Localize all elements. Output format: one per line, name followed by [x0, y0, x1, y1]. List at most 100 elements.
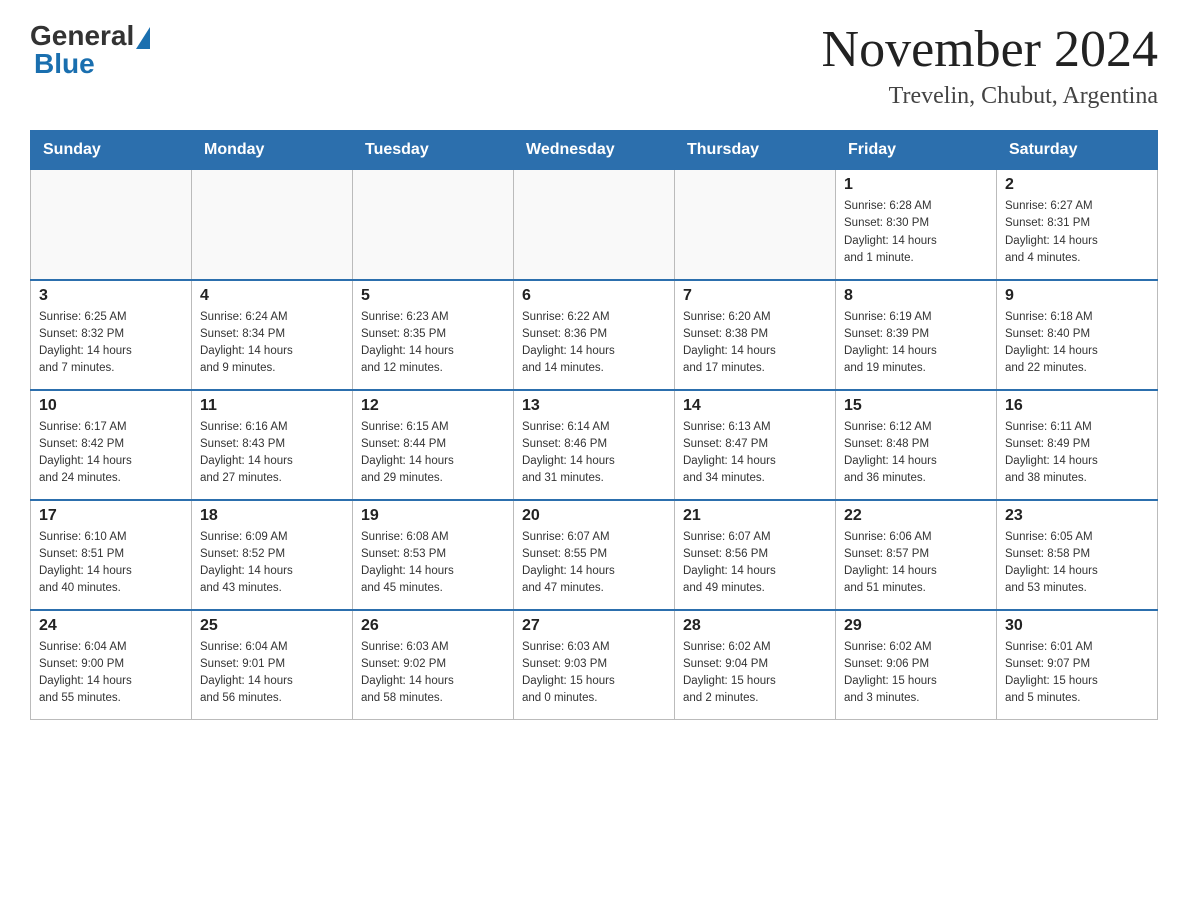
col-header-tuesday: Tuesday	[353, 131, 514, 170]
calendar-cell	[514, 170, 675, 280]
location-label: Trevelin, Chubut, Argentina	[822, 83, 1158, 110]
calendar-cell: 29Sunrise: 6:02 AMSunset: 9:06 PMDayligh…	[836, 610, 997, 720]
logo: General Blue	[30, 20, 150, 80]
col-header-saturday: Saturday	[997, 131, 1158, 170]
day-info: Sunrise: 6:17 AMSunset: 8:42 PMDaylight:…	[39, 419, 183, 488]
day-info: Sunrise: 6:23 AMSunset: 8:35 PMDaylight:…	[361, 309, 505, 378]
calendar-cell	[31, 170, 192, 280]
page-header: General Blue November 2024 Trevelin, Chu…	[30, 20, 1158, 110]
day-number: 24	[39, 617, 183, 635]
day-number: 14	[683, 397, 827, 415]
calendar-cell: 28Sunrise: 6:02 AMSunset: 9:04 PMDayligh…	[675, 610, 836, 720]
day-info: Sunrise: 6:10 AMSunset: 8:51 PMDaylight:…	[39, 529, 183, 598]
logo-triangle-icon	[136, 27, 150, 49]
day-info: Sunrise: 6:03 AMSunset: 9:03 PMDaylight:…	[522, 639, 666, 708]
day-info: Sunrise: 6:13 AMSunset: 8:47 PMDaylight:…	[683, 419, 827, 488]
calendar-cell: 17 Sunrise: 6:10 AMSunset: 8:51 PMDayligh…	[31, 500, 192, 610]
day-info: Sunrise: 6:03 AMSunset: 9:02 PMDaylight:…	[361, 639, 505, 708]
day-info: Sunrise: 6:07 AMSunset: 8:56 PMDaylight:…	[683, 529, 827, 598]
calendar-cell: 13 Sunrise: 6:14 AMSunset: 8:46 PMDayligh…	[514, 390, 675, 500]
day-info: Sunrise: 6:12 AMSunset: 8:48 PMDaylight:…	[844, 419, 988, 488]
day-number: 30	[1005, 617, 1149, 635]
day-number: 15	[844, 397, 988, 415]
title-section: November 2024 Trevelin, Chubut, Argentin…	[822, 20, 1158, 110]
calendar-cell: 20Sunrise: 6:07 AMSunset: 8:55 PMDayligh…	[514, 500, 675, 610]
day-number: 10	[39, 397, 183, 415]
day-number: 5	[361, 287, 505, 305]
calendar-cell: 30 Sunrise: 6:01 AMSunset: 9:07 PMDayligh…	[997, 610, 1158, 720]
calendar-cell: 5 Sunrise: 6:23 AMSunset: 8:35 PMDaylight…	[353, 280, 514, 390]
week-row-2: 10 Sunrise: 6:17 AMSunset: 8:42 PMDayligh…	[31, 390, 1158, 500]
day-info: Sunrise: 6:02 AMSunset: 9:06 PMDaylight:…	[844, 639, 988, 708]
calendar-cell	[675, 170, 836, 280]
day-number: 8	[844, 287, 988, 305]
col-header-sunday: Sunday	[31, 131, 192, 170]
day-info: Sunrise: 6:06 AMSunset: 8:57 PMDaylight:…	[844, 529, 988, 598]
day-info: Sunrise: 6:28 AMSunset: 8:30 PMDaylight:…	[844, 198, 988, 267]
day-info: Sunrise: 6:22 AMSunset: 8:36 PMDaylight:…	[522, 309, 666, 378]
week-row-1: 3 Sunrise: 6:25 AMSunset: 8:32 PMDaylight…	[31, 280, 1158, 390]
day-number: 4	[200, 287, 344, 305]
calendar-cell: 9Sunrise: 6:18 AMSunset: 8:40 PMDaylight…	[997, 280, 1158, 390]
calendar-cell: 11 Sunrise: 6:16 AMSunset: 8:43 PMDayligh…	[192, 390, 353, 500]
day-number: 1	[844, 176, 988, 194]
calendar-cell: 15 Sunrise: 6:12 AMSunset: 8:48 PMDayligh…	[836, 390, 997, 500]
day-info: Sunrise: 6:20 AMSunset: 8:38 PMDaylight:…	[683, 309, 827, 378]
calendar-cell: 16Sunrise: 6:11 AMSunset: 8:49 PMDayligh…	[997, 390, 1158, 500]
day-number: 17	[39, 507, 183, 525]
day-number: 21	[683, 507, 827, 525]
calendar-cell: 4 Sunrise: 6:24 AMSunset: 8:34 PMDaylight…	[192, 280, 353, 390]
day-number: 20	[522, 507, 666, 525]
day-number: 19	[361, 507, 505, 525]
col-header-wednesday: Wednesday	[514, 131, 675, 170]
day-number: 13	[522, 397, 666, 415]
calendar-cell: 1 Sunrise: 6:28 AMSunset: 8:30 PMDaylight…	[836, 170, 997, 280]
logo-blue-text: Blue	[30, 48, 95, 80]
day-number: 18	[200, 507, 344, 525]
calendar-cell: 23 Sunrise: 6:05 AMSunset: 8:58 PMDayligh…	[997, 500, 1158, 610]
day-number: 27	[522, 617, 666, 635]
day-info: Sunrise: 6:16 AMSunset: 8:43 PMDaylight:…	[200, 419, 344, 488]
day-number: 12	[361, 397, 505, 415]
day-number: 3	[39, 287, 183, 305]
day-info: Sunrise: 6:05 AMSunset: 8:58 PMDaylight:…	[1005, 529, 1149, 598]
calendar-cell: 21 Sunrise: 6:07 AMSunset: 8:56 PMDayligh…	[675, 500, 836, 610]
day-info: Sunrise: 6:27 AMSunset: 8:31 PMDaylight:…	[1005, 198, 1149, 267]
day-info: Sunrise: 6:24 AMSunset: 8:34 PMDaylight:…	[200, 309, 344, 378]
calendar-cell: 19 Sunrise: 6:08 AMSunset: 8:53 PMDayligh…	[353, 500, 514, 610]
calendar-cell: 7 Sunrise: 6:20 AMSunset: 8:38 PMDaylight…	[675, 280, 836, 390]
calendar-cell: 12 Sunrise: 6:15 AMSunset: 8:44 PMDayligh…	[353, 390, 514, 500]
week-row-3: 17 Sunrise: 6:10 AMSunset: 8:51 PMDayligh…	[31, 500, 1158, 610]
week-row-0: 1 Sunrise: 6:28 AMSunset: 8:30 PMDaylight…	[31, 170, 1158, 280]
week-row-4: 24Sunrise: 6:04 AMSunset: 9:00 PMDayligh…	[31, 610, 1158, 720]
calendar-cell	[192, 170, 353, 280]
day-number: 2	[1005, 176, 1149, 194]
day-number: 26	[361, 617, 505, 635]
day-number: 16	[1005, 397, 1149, 415]
calendar-cell: 8 Sunrise: 6:19 AMSunset: 8:39 PMDaylight…	[836, 280, 997, 390]
day-number: 25	[200, 617, 344, 635]
calendar-cell	[353, 170, 514, 280]
calendar-table: SundayMondayTuesdayWednesdayThursdayFrid…	[30, 130, 1158, 720]
day-info: Sunrise: 6:08 AMSunset: 8:53 PMDaylight:…	[361, 529, 505, 598]
day-info: Sunrise: 6:15 AMSunset: 8:44 PMDaylight:…	[361, 419, 505, 488]
col-header-thursday: Thursday	[675, 131, 836, 170]
calendar-cell: 25Sunrise: 6:04 AMSunset: 9:01 PMDayligh…	[192, 610, 353, 720]
day-info: Sunrise: 6:02 AMSunset: 9:04 PMDaylight:…	[683, 639, 827, 708]
day-number: 7	[683, 287, 827, 305]
day-info: Sunrise: 6:14 AMSunset: 8:46 PMDaylight:…	[522, 419, 666, 488]
day-number: 23	[1005, 507, 1149, 525]
day-info: Sunrise: 6:09 AMSunset: 8:52 PMDaylight:…	[200, 529, 344, 598]
day-info: Sunrise: 6:01 AMSunset: 9:07 PMDaylight:…	[1005, 639, 1149, 708]
calendar-cell: 27 Sunrise: 6:03 AMSunset: 9:03 PMDayligh…	[514, 610, 675, 720]
calendar-cell: 14 Sunrise: 6:13 AMSunset: 8:47 PMDayligh…	[675, 390, 836, 500]
day-info: Sunrise: 6:25 AMSunset: 8:32 PMDaylight:…	[39, 309, 183, 378]
day-number: 11	[200, 397, 344, 415]
calendar-cell: 2 Sunrise: 6:27 AMSunset: 8:31 PMDaylight…	[997, 170, 1158, 280]
calendar-header-row: SundayMondayTuesdayWednesdayThursdayFrid…	[31, 131, 1158, 170]
day-number: 9	[1005, 287, 1149, 305]
calendar-cell: 18 Sunrise: 6:09 AMSunset: 8:52 PMDayligh…	[192, 500, 353, 610]
month-title: November 2024	[822, 20, 1158, 79]
day-info: Sunrise: 6:19 AMSunset: 8:39 PMDaylight:…	[844, 309, 988, 378]
calendar-cell: 10 Sunrise: 6:17 AMSunset: 8:42 PMDayligh…	[31, 390, 192, 500]
